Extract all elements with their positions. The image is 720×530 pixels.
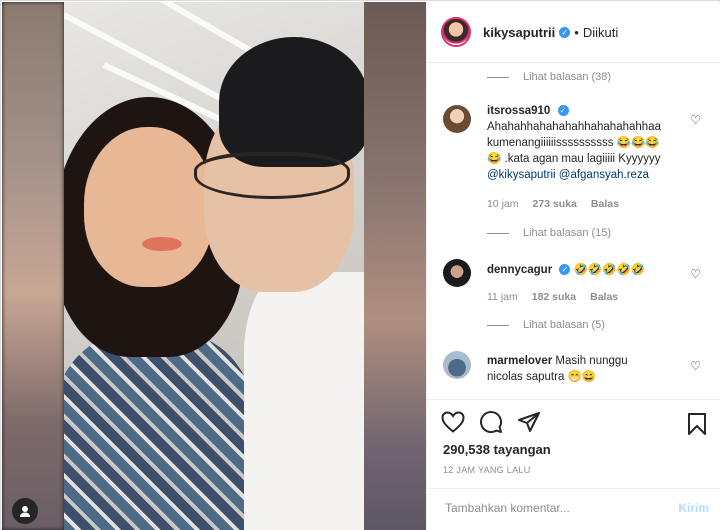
author-avatar[interactable] — [441, 17, 471, 47]
comment-username[interactable]: marmelover — [487, 355, 552, 367]
comment-list[interactable]: Lihat balasan (38) itsrossa910 ✓ Ahahahh… — [427, 63, 720, 398]
video-media[interactable] — [2, 2, 426, 530]
post-timestamp[interactable]: 12 JAM YANG LALU — [443, 465, 531, 475]
author-username[interactable]: kikysaputrii — [483, 25, 555, 40]
like-comment-icon[interactable]: ♡ — [690, 113, 701, 127]
post-actions: 290,538 tayangan 12 JAM YANG LALU Kirim — [427, 399, 720, 530]
comment-likes[interactable]: 273 suka — [533, 198, 577, 210]
comment-time[interactable]: 10 jam — [487, 198, 519, 210]
comment-body: marmelover Masih nunggu nicolas saputra … — [487, 353, 692, 385]
comment-username[interactable]: dennycagur — [487, 264, 552, 276]
comment-bubble-icon[interactable] — [479, 410, 503, 434]
comment-body: itsrossa910 ✓ Ahahahhahahahahhahahahahha… — [487, 103, 692, 183]
reply-dash — [487, 232, 509, 234]
post-header: kikysaputrii ✓ • Diikuti — [427, 2, 720, 63]
separator-dot: • — [574, 24, 579, 40]
comment-text-line: 😂 .kata agan mau lagiiiii Kyyyyyy — [487, 153, 661, 165]
view-replies-label[interactable]: Lihat balasan (38) — [523, 71, 611, 83]
mention-link[interactable]: @kikysaputrii — [487, 169, 556, 181]
verified-badge-icon: ✓ — [559, 26, 571, 38]
man-hair — [219, 37, 364, 167]
view-replies-label[interactable]: Lihat balasan (5) — [523, 319, 605, 331]
media-blur-left — [2, 2, 64, 530]
girl-face — [84, 127, 214, 287]
like-comment-icon[interactable]: ♡ — [690, 359, 701, 373]
like-comment-icon[interactable]: ♡ — [690, 267, 701, 281]
follow-status[interactable]: Diikuti — [583, 25, 618, 40]
video-frame[interactable] — [64, 2, 364, 530]
comment-avatar[interactable] — [443, 259, 471, 287]
verified-badge-icon: ✓ — [557, 105, 569, 117]
comment-text-line: kumenangiiiiiissssssssss 😂😂😂 — [487, 137, 660, 149]
comment-text-line: nicolas saputra 😁😄 — [487, 371, 597, 383]
comment-meta: 11 jam 182 suka Balas — [487, 291, 618, 303]
comment-likes[interactable]: 182 suka — [532, 291, 576, 303]
reply-dash — [487, 76, 509, 78]
view-replies-label[interactable]: Lihat balasan (15) — [523, 227, 611, 239]
comment-text: 🤣🤣🤣🤣🤣 — [573, 264, 646, 276]
white-shirt — [244, 272, 364, 530]
view-count[interactable]: 290,538 tayangan — [443, 442, 551, 457]
comment-time[interactable]: 11 jam — [487, 291, 518, 303]
post-comment-button[interactable]: Kirim — [678, 501, 709, 515]
user-tag-icon[interactable] — [12, 498, 38, 524]
comment-meta: 10 jam 273 suka Balas — [487, 198, 619, 210]
glasses — [194, 152, 350, 199]
share-send-icon[interactable] — [517, 410, 541, 434]
girl-lips — [142, 237, 182, 251]
comment-text-line: Masih nunggu — [555, 355, 628, 367]
action-icons — [441, 410, 541, 434]
view-replies-toggle[interactable]: Lihat balasan (15) — [487, 227, 611, 239]
comment-body: dennycagur ✓ 🤣🤣🤣🤣🤣 — [487, 262, 692, 278]
verified-badge-icon: ✓ — [559, 264, 571, 276]
comment-input[interactable] — [443, 500, 667, 516]
view-replies-toggle[interactable]: Lihat balasan (38) — [487, 71, 611, 83]
like-heart-icon[interactable] — [441, 411, 465, 433]
bookmark-icon[interactable] — [687, 412, 707, 436]
media-blur-right — [364, 2, 426, 530]
comment-form: Kirim — [427, 488, 720, 529]
mention-link[interactable]: @afgansyah.reza — [559, 169, 649, 181]
side-panel: kikysaputrii ✓ • Diikuti Lihat balasan (… — [426, 2, 720, 530]
comment-text-line: Ahahahhahahahahhahahahahhaa — [487, 121, 661, 133]
comment-avatar[interactable] — [443, 351, 471, 379]
comment-username[interactable]: itsrossa910 — [487, 105, 550, 117]
reply-button[interactable]: Balas — [591, 198, 619, 210]
view-replies-toggle[interactable]: Lihat balasan (5) — [487, 319, 605, 331]
reply-dash — [487, 324, 509, 326]
post-modal: kikysaputrii ✓ • Diikuti Lihat balasan (… — [0, 0, 720, 530]
comment-avatar[interactable] — [443, 105, 471, 133]
reply-button[interactable]: Balas — [590, 291, 618, 303]
plaid-shirt — [64, 332, 254, 530]
